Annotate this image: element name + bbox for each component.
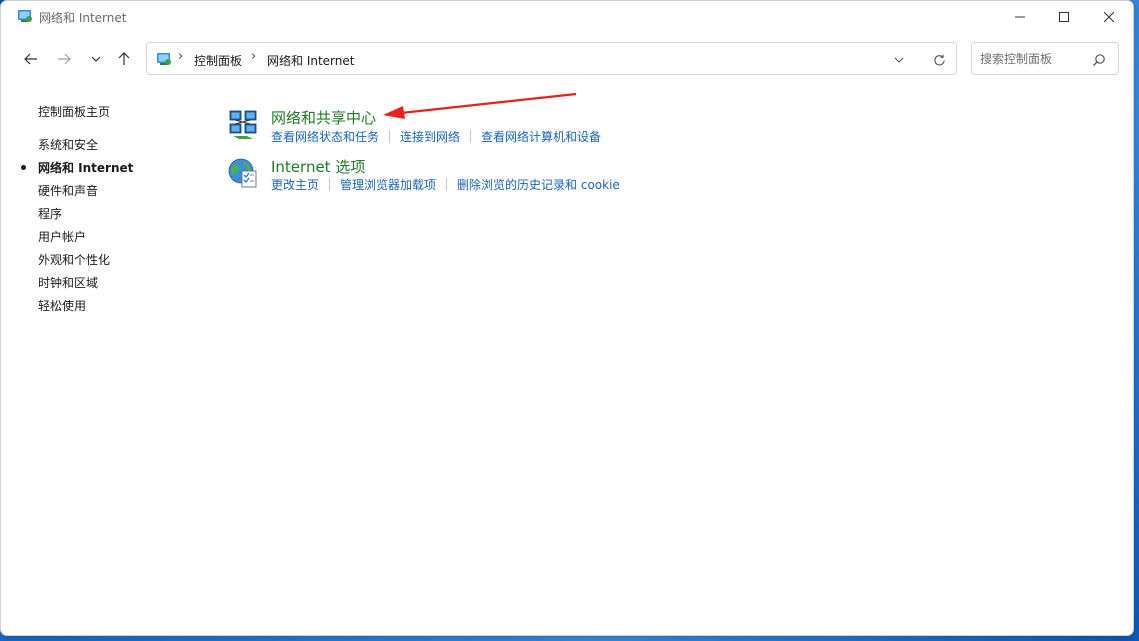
arrow-up-icon [118,52,130,65]
sidebar-item-ease-of-access[interactable]: 轻松使用 [38,297,86,314]
control-panel-icon [156,51,172,67]
task-divider [470,130,472,143]
sidebar-item-hardware-sound[interactable]: 硬件和声音 [38,182,98,199]
control-panel-icon [17,8,33,24]
close-icon [1104,12,1114,22]
breadcrumb-network-internet[interactable]: 网络和 Internet [267,52,354,69]
task-divider [389,130,391,143]
internet-options-link[interactable]: Internet 选项 [271,156,365,177]
manage-browser-addons-link[interactable]: 管理浏览器加载项 [340,176,436,193]
arrow-left-icon [24,53,37,65]
maximize-icon [1059,12,1069,22]
control-panel-window: 网络和 Internet › 控制面板 › 网络和 Internet 搜索控制面… [0,0,1134,636]
connect-to-network-link[interactable]: 连接到网络 [400,128,460,145]
forward-button[interactable] [52,46,76,72]
task-divider [446,178,448,191]
close-button[interactable] [1086,1,1132,33]
sidebar-item-appearance[interactable]: 外观和个性化 [38,251,110,268]
maximize-button[interactable] [1041,1,1087,33]
network-sharing-center-icon[interactable] [227,109,259,141]
sidebar-item-system-security[interactable]: 系统和安全 [38,136,98,153]
task-divider [329,178,331,191]
breadcrumb-separator-icon[interactable]: › [251,49,256,64]
breadcrumb-control-panel[interactable]: 控制面板 [194,52,242,69]
internet-options-icon[interactable] [227,157,259,189]
sidebar-item-clock-region[interactable]: 时钟和区域 [38,274,98,291]
sidebar-item-programs[interactable]: 程序 [38,205,62,222]
chevron-down-icon [91,56,101,62]
sidebar-item-control-panel-home[interactable]: 控制面板主页 [38,103,110,120]
window-title: 网络和 Internet [39,11,127,25]
address-dropdown-button[interactable] [891,53,907,67]
minimize-icon [1015,16,1025,18]
arrow-right-icon [58,53,71,65]
network-sharing-center-link[interactable]: 网络和共享中心 [271,107,376,128]
search-box[interactable] [971,42,1119,75]
annotation-arrow [383,92,577,119]
delete-browsing-history-link[interactable]: 删除浏览的历史记录和 cookie [457,176,620,193]
network-sharing-tasks: 查看网络状态和任务 连接到网络 查看网络计算机和设备 [271,128,601,145]
recent-locations-button[interactable] [84,46,108,72]
internet-options-tasks: 更改主页 管理浏览器加载项 删除浏览的历史记录和 cookie [271,176,620,193]
active-item-bullet [21,165,26,170]
search-input[interactable] [980,50,1090,68]
change-home-page-link[interactable]: 更改主页 [271,176,319,193]
view-network-computers-link[interactable]: 查看网络计算机和设备 [481,128,601,145]
title-bar[interactable]: 网络和 Internet [1,1,1133,33]
up-button[interactable] [112,46,136,72]
chevron-down-icon [894,57,904,63]
refresh-icon [933,54,945,65]
refresh-button[interactable] [930,51,948,69]
minimize-button[interactable] [997,1,1043,33]
sidebar-item-network-internet[interactable]: 网络和 Internet [38,159,133,176]
back-button[interactable] [19,46,43,72]
sidebar-item-user-accounts[interactable]: 用户帐户 [38,228,86,245]
search-icon[interactable] [1092,52,1106,66]
view-network-status-link[interactable]: 查看网络状态和任务 [271,128,379,145]
address-bar[interactable]: › 控制面板 › 网络和 Internet [146,42,957,75]
breadcrumb-separator-icon[interactable]: › [178,49,183,64]
